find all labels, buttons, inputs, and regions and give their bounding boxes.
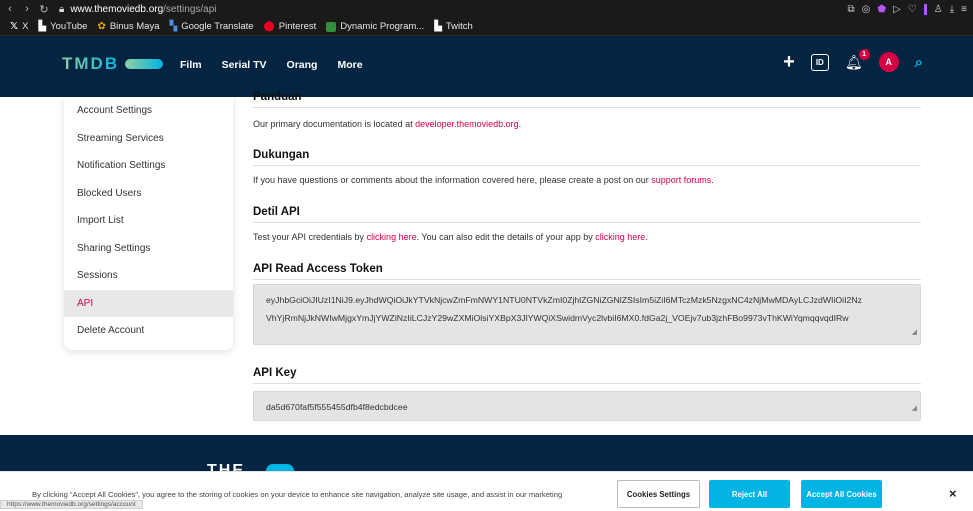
detil-api-text: Test your API credentials by clicking he…	[253, 232, 648, 242]
support-forums-link[interactable]: support forums	[651, 175, 711, 185]
close-icon[interactable]: ×	[949, 486, 957, 501]
sidebar-bar-icon	[923, 3, 927, 15]
sidebar-item-sessions[interactable]: Sessions	[64, 262, 233, 290]
nav-orang[interactable]: Orang	[287, 59, 318, 71]
dukungan-text: If you have questions or comments about …	[253, 175, 714, 185]
tmdb-logo[interactable]: TMDB	[62, 54, 164, 74]
browser-actions: ⧉ ◎ ⬟ ▷ ♡ ♙ ⤓ ≡	[848, 0, 967, 18]
notifications-button[interactable]: 🔔︎ 1	[845, 48, 870, 71]
main-nav: Film Serial TV Orang More	[180, 59, 363, 71]
forward-icon[interactable]: ›	[20, 3, 34, 15]
url-host: www.themoviedb.org	[70, 3, 164, 15]
sidebar-item-streaming-services[interactable]: Streaming Services	[64, 125, 233, 153]
camera-icon[interactable]: ◎	[862, 4, 871, 15]
pinterest-icon: ⬤	[263, 21, 275, 32]
nav-more[interactable]: More	[337, 59, 362, 71]
section-title-detil-api: Detil API	[253, 206, 300, 218]
send-icon[interactable]: ▷	[893, 4, 901, 15]
api-key-field[interactable]: da5d670faf5f555455dfb4f8edcbdcee ◢	[253, 391, 921, 421]
bookmark-google-translate[interactable]: ▚ Google Translate	[169, 21, 253, 32]
sidebar-item-import-list[interactable]: Import List	[64, 207, 233, 235]
sidebar-item-account-settings[interactable]: Account Settings	[64, 97, 233, 125]
sidebar-item-blocked-users[interactable]: Blocked Users	[64, 180, 233, 208]
share-icon[interactable]: ⧉	[848, 4, 855, 15]
nav-film[interactable]: Film	[180, 59, 202, 71]
accept-all-cookies-button[interactable]: Accept All Cookies	[801, 480, 882, 508]
browser-toolbar: ‹ › ↻ 🔒︎ www.themoviedb.org/settings/api…	[0, 0, 973, 18]
divider	[253, 383, 921, 384]
translate-icon: ▚	[169, 21, 178, 32]
footer-logo-pill	[266, 464, 294, 471]
divider	[253, 165, 921, 166]
shield-icon[interactable]: ⬟	[877, 4, 886, 15]
dynamic-program-icon	[326, 21, 337, 32]
panduan-text: Our primary documentation is located at …	[253, 119, 522, 129]
bookmark-x[interactable]: 𝕏X	[10, 21, 28, 32]
section-title-dukungan: Dukungan	[253, 149, 310, 161]
status-url: https://www.themoviedb.org/settings/acco…	[0, 500, 143, 509]
token-line-2: VhYjRmNjJkNWIwMjgxYmJjYWZiNzIiLCJzY29wZX…	[266, 313, 849, 323]
page-icon: ▙	[434, 21, 442, 32]
header-actions: + ID 🔔︎ 1 A ⌕	[783, 48, 923, 72]
settings-sidebar: Account Settings Streaming Services Noti…	[64, 97, 233, 350]
lock-icon: 🔒︎	[59, 3, 65, 15]
bookmark-youtube[interactable]: ▙ YouTube	[38, 21, 87, 32]
address-bar[interactable]: 🔒︎ www.themoviedb.org/settings/api	[59, 4, 217, 15]
sidebar-item-notification-settings[interactable]: Notification Settings	[64, 152, 233, 180]
cookie-banner: By clicking “Accept All Cookies”, you ag…	[0, 471, 973, 510]
footer-logo: THE	[207, 462, 245, 471]
language-button[interactable]: ID	[810, 53, 829, 71]
nav-serial-tv[interactable]: Serial TV	[222, 59, 267, 71]
bookmark-pinterest[interactable]: ⬤ Pinterest	[264, 21, 317, 32]
profile-icon[interactable]: ♙	[934, 4, 943, 15]
url-path: /settings/api	[163, 3, 217, 15]
reload-icon[interactable]: ↻	[37, 3, 51, 16]
notification-badge: 1	[858, 48, 870, 60]
edit-app-link[interactable]: clicking here	[595, 232, 645, 242]
token-line-1: eyJhbGciOiJIUzI1NiJ9.eyJhdWQiOiJkYTVkNjc…	[266, 295, 862, 305]
bookmarks-bar: 𝕏X ▙ YouTube ✿ Binus Maya ▚ Google Translat…	[0, 18, 973, 36]
reject-all-button[interactable]: Reject All	[709, 480, 790, 508]
download-icon[interactable]: ⤓	[950, 4, 954, 15]
page-icon: ▙	[38, 21, 47, 32]
section-title-api-read-access-token: API Read Access Token	[253, 263, 383, 275]
api-key-value: da5d670faf5f555455dfb4f8edcbdcee	[266, 402, 408, 412]
back-icon[interactable]: ‹	[3, 3, 17, 15]
binus-icon: ✿	[97, 21, 106, 32]
test-credentials-link[interactable]: clicking here	[367, 232, 417, 242]
resize-handle-icon[interactable]: ◢	[912, 400, 917, 418]
api-read-access-token-field[interactable]: eyJhbGciOiJIUzI1NiJ9.eyJhdWQiOiJkYTVkNjc…	[253, 284, 921, 345]
resize-handle-icon[interactable]: ◢	[912, 324, 917, 342]
logo-pill	[125, 59, 164, 69]
cookies-settings-button[interactable]: Cookies Settings	[617, 480, 700, 508]
site-footer: THE	[0, 435, 973, 471]
x-icon: 𝕏	[10, 21, 19, 32]
divider	[253, 279, 921, 280]
bookmark-dynamic-program[interactable]: Dynamic Program...	[326, 21, 424, 32]
heart-icon[interactable]: ♡	[908, 4, 917, 15]
sidebar-item-sharing-settings[interactable]: Sharing Settings	[64, 235, 233, 263]
search-icon[interactable]: ⌕	[915, 54, 923, 71]
avatar[interactable]: A	[878, 52, 899, 72]
site-header: TMDB Film Serial TV Orang More + ID 🔔︎ 1…	[0, 36, 973, 97]
section-title-panduan: Panduan	[253, 91, 302, 103]
divider	[253, 222, 921, 223]
section-title-api-key: API Key	[253, 367, 297, 379]
developer-docs-link[interactable]: developer.themoviedb.org	[415, 119, 519, 129]
plus-icon[interactable]: +	[783, 52, 795, 72]
sidebar-item-api[interactable]: API	[64, 289, 233, 317]
divider	[253, 107, 921, 108]
sidebar-item-delete-account[interactable]: Delete Account	[64, 317, 233, 345]
bookmark-twitch[interactable]: ▙ Twitch	[434, 21, 473, 32]
menu-icon[interactable]: ≡	[961, 4, 967, 15]
bookmark-binus-maya[interactable]: ✿ Binus Maya	[97, 21, 159, 32]
